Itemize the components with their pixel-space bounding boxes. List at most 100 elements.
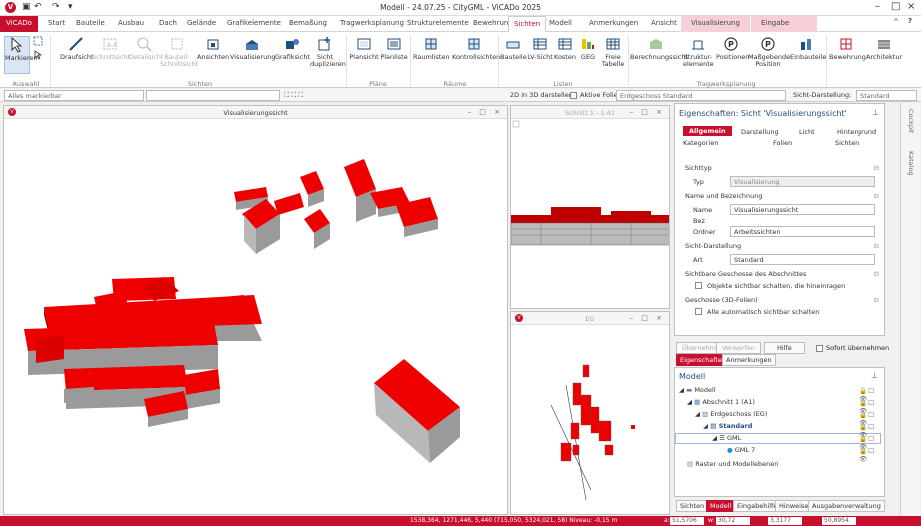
positionen-button[interactable]: P Positionen	[716, 36, 749, 61]
secondary-dropdown[interactable]	[146, 90, 280, 101]
sicht-darstellung-dropdown[interactable]: Standard	[856, 90, 917, 101]
view-window-controls[interactable]: – □ ×	[468, 108, 503, 116]
tab-ausgabenverwaltung-panel[interactable]: Ausgabenverwaltung	[808, 500, 885, 512]
schnitt-drawing[interactable]	[511, 119, 670, 309]
collapse-icon[interactable]: ⊟	[874, 164, 879, 172]
prop-tab-folien[interactable]: Folien	[773, 139, 792, 147]
tree-item-erdgeschoss[interactable]: ◢ ▥ Erdgeschoss (EG)	[695, 410, 767, 418]
tab-start[interactable]: Start	[48, 19, 65, 27]
tab-strukturelemente[interactable]: Strukturelemente	[407, 19, 469, 27]
tab-tragwerksplanung[interactable]: Tragwerksplanung	[340, 19, 404, 27]
markieren-button[interactable]: Markieren	[4, 36, 37, 74]
dx-input[interactable]: 3,3177	[768, 517, 802, 525]
pin-icon[interactable]: ⊥	[871, 371, 878, 380]
sicht-duplizieren-button[interactable]: Sicht duplizieren	[310, 36, 346, 68]
ordner-field[interactable]: Arbeitssichten	[730, 226, 875, 237]
w-input[interactable]: 30,72	[716, 517, 750, 525]
filter-dropdown[interactable]: Alles markierbar	[4, 90, 144, 101]
collapse-icon[interactable]: ⊟	[874, 192, 879, 200]
filter-icons[interactable]: ⛶ ⛶ ⛶	[284, 91, 303, 100]
tab-vicado[interactable]: ViCADo	[0, 16, 38, 32]
freie-tabelle-button[interactable]: Freie Tabelle	[600, 36, 626, 68]
tree-item-raster[interactable]: ▤ Raster und Modellebenen	[687, 460, 778, 468]
bauteile-button[interactable]: Bauteile	[500, 36, 527, 61]
tree-item-standard[interactable]: ◢ ▤ Standard	[703, 422, 752, 430]
prop-tab-darstellung[interactable]: Darstellung	[741, 128, 779, 136]
einbauteile-button[interactable]: Einbauteile	[790, 36, 826, 61]
pin-icon[interactable]: ⊥	[872, 108, 879, 117]
tab-hinweise-panel[interactable]: Hinweise	[775, 500, 813, 512]
maximize-icon[interactable]: □	[891, 1, 900, 12]
tab-bemassung[interactable]: Bemaßung	[289, 19, 327, 27]
verwerfen-button[interactable]: Verwerfen	[716, 342, 762, 354]
main-3d-view[interactable]: V Visualisierungssicht – □ ×	[3, 105, 508, 515]
kontrollsichten-button[interactable]: Kontrollsichten	[452, 36, 500, 61]
prop-tab-sichten[interactable]: Sichten	[835, 139, 859, 147]
prop-tab-kategorien[interactable]: Kategorien	[683, 139, 718, 147]
architektur-button[interactable]: Architektur	[866, 36, 902, 61]
tree-item-gml[interactable]: ◢ ☰ GML	[675, 433, 881, 444]
hineinragen-checkbox[interactable]	[695, 282, 702, 289]
tab-sichten-panel[interactable]: Sichten	[676, 500, 709, 512]
help-icon[interactable]: ?	[908, 17, 912, 25]
section-name[interactable]: Name und Bezeichnung ⊟	[685, 192, 881, 200]
tree-item-gml7[interactable]: ● GML 7	[727, 446, 755, 454]
prop-tab-licht[interactable]: Licht	[799, 128, 815, 136]
tree-item-modell[interactable]: ◢ ▬ Modell	[679, 386, 716, 394]
collapse-icon[interactable]: ⊟	[874, 270, 879, 278]
tab-ausbau[interactable]: Ausbau	[118, 19, 144, 27]
dy-input[interactable]: 50,8954	[822, 517, 856, 525]
close-icon[interactable]: ×	[907, 1, 915, 12]
cockpit-tab[interactable]: Cockpit	[907, 109, 915, 133]
tab-modell[interactable]: Modell	[549, 19, 572, 27]
minimize-icon[interactable]: –	[875, 1, 880, 12]
berechnungssicht-button[interactable]: Berechnungssicht	[630, 36, 688, 61]
schnitt-window-controls[interactable]: – □ ×	[630, 108, 665, 116]
planliste-button[interactable]: Planliste	[380, 36, 408, 61]
bauteil-schnittsicht-button[interactable]: Bauteil-Schnittsicht	[160, 36, 198, 68]
bewehrung-button[interactable]: Bewehrung	[829, 36, 866, 61]
prop-tab-hintergrund[interactable]: Hintergrund	[837, 128, 876, 136]
collapse-icon[interactable]: ⊟	[874, 296, 879, 304]
schnittsicht-button[interactable]: A-A Schnittsicht	[92, 36, 130, 61]
massgebende-position-button[interactable]: P Maßgebende Position	[748, 36, 790, 68]
kosten-button[interactable]: Kosten	[553, 36, 577, 61]
tab-sichten[interactable]: Sichten	[508, 16, 547, 32]
draufsicht-button[interactable]: Draufsicht	[60, 36, 94, 61]
tab-bewehrung[interactable]: Bewehrung	[473, 19, 513, 27]
grafiksicht-button[interactable]: Grafiksicht	[275, 36, 310, 61]
detailsicht-button[interactable]: Detailsicht	[129, 36, 164, 61]
auto-sichtbar-checkbox[interactable]	[695, 308, 702, 315]
tab-anmerkungen[interactable]: Anmerkungen	[589, 19, 638, 27]
pointer-small-icon[interactable]	[33, 50, 43, 60]
lv-sicht-button[interactable]: LV-Sicht	[527, 36, 553, 61]
aktive-folie-dropdown[interactable]: Erdgeschoss Standard	[616, 90, 786, 101]
tab-dach[interactable]: Dach	[159, 19, 177, 27]
select-mode-icon[interactable]	[33, 36, 43, 46]
section-sicht-darstellung[interactable]: Sicht-Darstellung ⊟	[685, 242, 881, 250]
section-geschosse[interactable]: Sichtbare Geschosse des Abschnittes ⊟	[685, 270, 881, 278]
tree-item-abschnitt[interactable]: ◢ ▦ Abschnitt 1 (A1)	[687, 398, 755, 406]
collapse-ribbon-icon[interactable]: ^	[893, 18, 899, 26]
sofort-checkbox[interactable]	[816, 345, 823, 352]
section-sichttyp[interactable]: Sichttyp ⊟	[685, 164, 881, 172]
art-dropdown[interactable]: Standard	[730, 254, 875, 265]
tab-bauteile[interactable]: Bauteile	[76, 19, 105, 27]
raumlisten-button[interactable]: Raumlisten	[413, 36, 449, 61]
tab-gelaende[interactable]: Gelände	[187, 19, 216, 27]
3d-scene[interactable]	[4, 119, 508, 515]
tab-grafikelemente[interactable]: Grafikelemente	[227, 19, 281, 27]
eg-plan-drawing[interactable]	[511, 325, 670, 515]
eg-view[interactable]: V EG – □ ×	[510, 311, 670, 515]
hilfe-button[interactable]: Hilfe	[764, 342, 805, 354]
collapse-icon[interactable]: ⊟	[874, 242, 879, 250]
prop-tab-allgemein[interactable]: Allgemein	[683, 126, 732, 136]
2d-in-3d-checkbox[interactable]	[570, 92, 577, 99]
tab-anmerkungen-panel[interactable]: Anmerkungen	[722, 354, 776, 366]
plansicht-button[interactable]: Plansicht	[349, 36, 379, 61]
strukturelemente-button[interactable]: Struktur-elemente	[683, 36, 714, 68]
tab-visualisierung[interactable]: Visualisierung	[681, 16, 750, 32]
katalog-tab[interactable]: Katalog	[907, 151, 915, 176]
ansichten-button[interactable]: Ansichten	[197, 36, 229, 61]
name-field[interactable]: Visualisierungssicht	[730, 204, 875, 215]
